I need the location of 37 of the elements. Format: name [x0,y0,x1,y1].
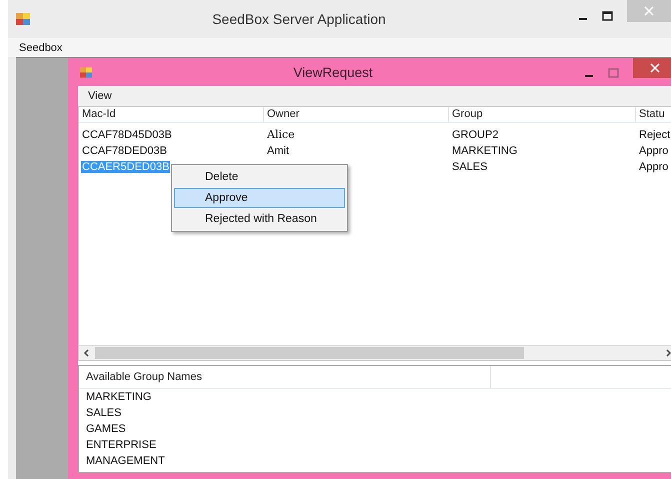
app-icon [16,13,30,25]
column-header[interactable]: Group [449,107,636,122]
table-cell: CCAER5DED03B [81,161,170,173]
list-item[interactable]: SALES [79,405,671,421]
table-cell: Reject [638,129,671,141]
menu-item[interactable]: View [85,90,115,102]
column-header[interactable]: Owner [264,107,449,122]
list-item[interactable]: GAMES [79,421,671,437]
column-header[interactable]: Statu [636,107,671,122]
context-menu-item[interactable]: Delete [174,167,345,187]
table-cell: GROUP2 [451,129,500,141]
scroll-right-icon[interactable] [664,349,671,357]
context-menu-item[interactable]: Approve [174,188,345,208]
list-item[interactable]: MARKETING [79,389,671,405]
window-title: SeedBox Server Application [211,11,387,27]
menu-item[interactable]: Seedbox [16,42,66,54]
scroll-left-icon[interactable] [83,349,91,357]
list-item[interactable]: MANAGEMENT [79,453,671,469]
horizontal-scrollbar[interactable] [79,345,671,360]
close-button[interactable] [633,58,671,78]
scrollbar-thumb[interactable] [95,347,524,359]
table-cell: CCAF78DED03B [81,145,168,157]
table-cell: MARKETING [451,145,518,157]
column-header[interactable]: Mac-Id [79,107,264,122]
table-cell: Appro [638,145,670,157]
table-cell: Alice [266,128,296,141]
table-cell: Appro [638,161,670,173]
list-item[interactable]: ENTERPRISE [79,437,671,453]
table-cell: CCAF78D45D03B [81,129,173,141]
app-icon [80,66,92,78]
table-cell: Amit [266,145,290,157]
close-icon[interactable] [650,63,660,73]
context-menu-item[interactable]: Rejected with Reason [174,209,345,229]
maximize-icon[interactable] [602,11,613,21]
table-cell: SALES [451,161,488,173]
window-title: ViewRequest [292,64,374,80]
column-header[interactable]: Available Group Names [79,366,491,388]
